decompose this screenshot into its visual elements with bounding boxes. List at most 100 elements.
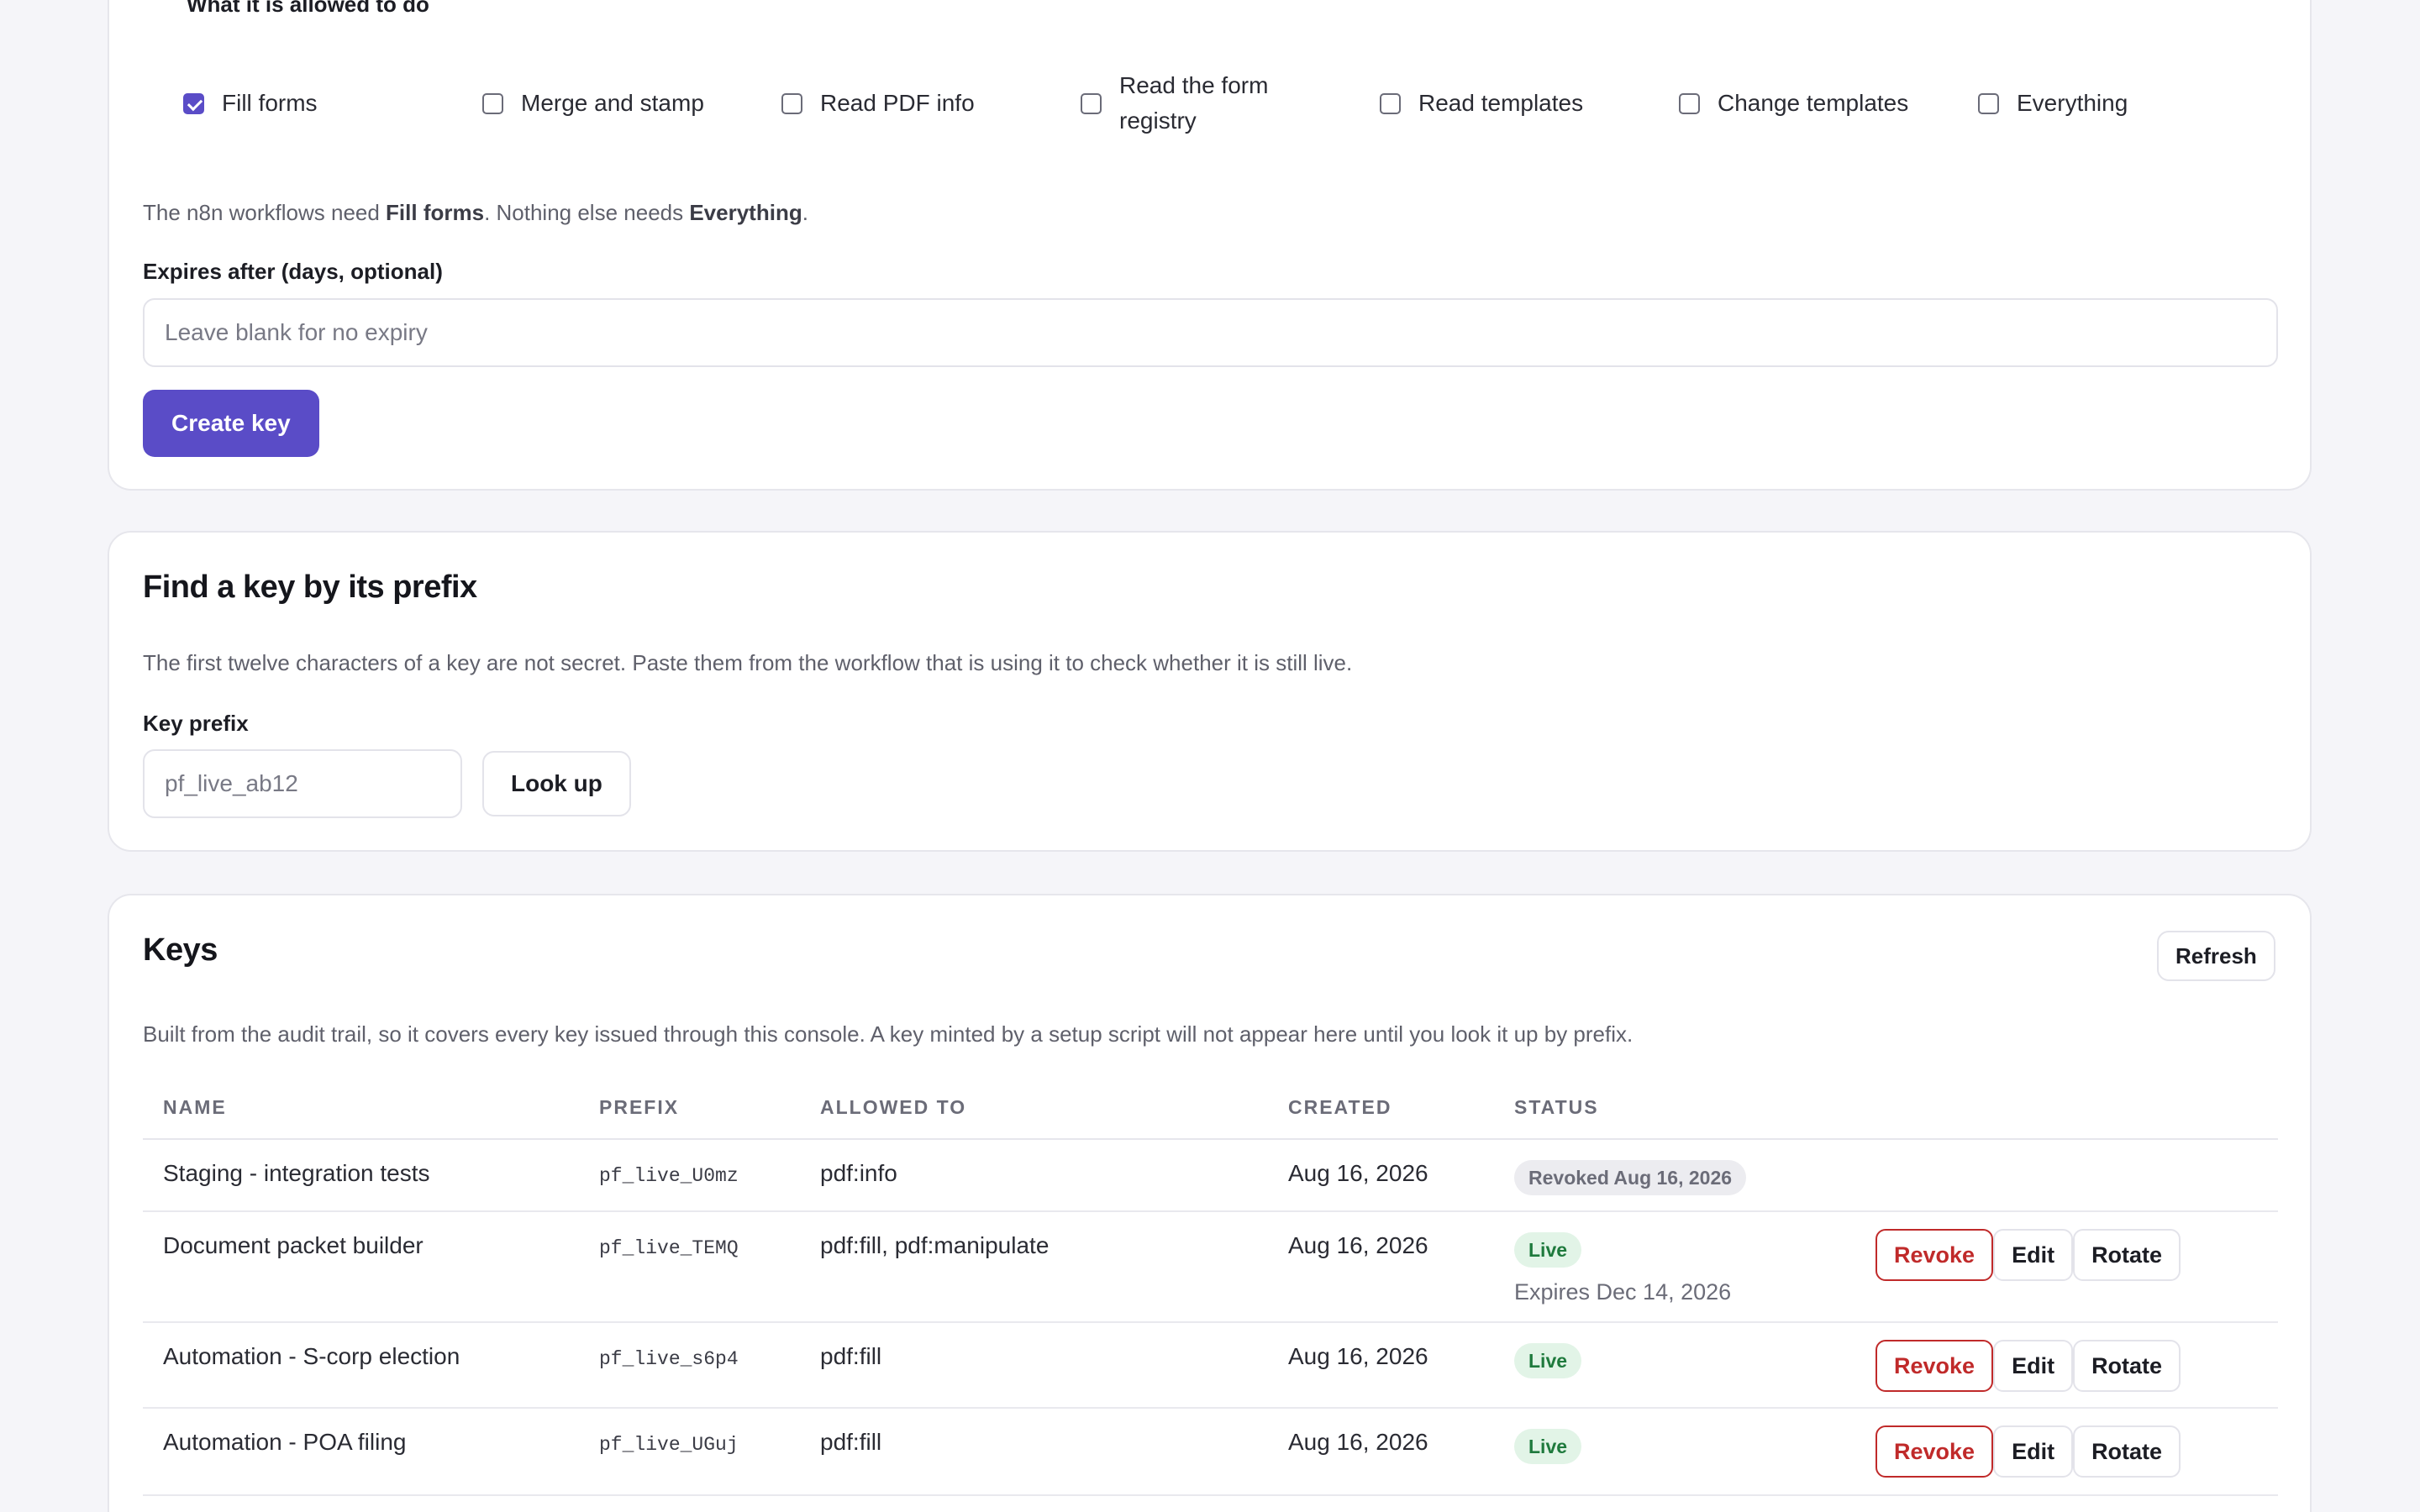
- checkbox[interactable]: [781, 92, 802, 114]
- checkbox[interactable]: [1679, 92, 1700, 114]
- key-status-cell: Live Expires Dec 14, 2026: [1494, 1211, 1855, 1323]
- rotate-button[interactable]: Rotate: [2073, 1229, 2181, 1281]
- rotate-button[interactable]: Rotate: [2073, 1340, 2181, 1392]
- checkbox[interactable]: [1081, 92, 1102, 114]
- checkbox[interactable]: [1380, 92, 1401, 114]
- find-key-title: Find a key by its prefix: [143, 570, 477, 605]
- column-header-name: NAME: [143, 1077, 579, 1140]
- api-keys-page: What it is allowed to do Fill forms Merg…: [0, 0, 2420, 1512]
- hint-text: The n8n workflows need: [143, 200, 387, 225]
- scope-label: Fill forms: [222, 90, 318, 116]
- key-allowed: pdf:fill: [800, 1408, 1268, 1496]
- key-name: Staging - integration tests: [143, 1139, 579, 1212]
- status-badge: Live: [1514, 1232, 1582, 1268]
- scope-read-templates[interactable]: Read templates: [1380, 53, 1657, 154]
- scope-checkbox-group: Fill forms Merge and stamp Read PDF info…: [183, 53, 2233, 154]
- hint-text: .: [802, 200, 808, 225]
- revoke-button[interactable]: Revoke: [1876, 1425, 1994, 1478]
- expires-days-input[interactable]: [143, 298, 2278, 367]
- key-name-partial: [143, 1495, 579, 1512]
- scope-read-pdf-info[interactable]: Read PDF info: [781, 53, 1059, 154]
- table-row: Automation - S-corp election pf_live_s6p…: [143, 1322, 2278, 1409]
- scope-merge-and-stamp[interactable]: Merge and stamp: [482, 53, 760, 154]
- checkbox[interactable]: [1978, 92, 1999, 114]
- scope-read-form-registry[interactable]: Read the form registry: [1081, 53, 1307, 154]
- key-expiry: Expires Dec 14, 2026: [1514, 1279, 1732, 1305]
- key-actions-cell: [1855, 1139, 2278, 1212]
- key-status-cell: Revoked Aug 16, 2026: [1494, 1139, 1855, 1212]
- key-prefix-cell: pf_live_U0mz: [579, 1139, 800, 1212]
- column-header-actions: [1855, 1077, 2278, 1140]
- table-row: Staging - integration tests pf_live_U0mz…: [143, 1139, 2278, 1212]
- key-allowed: pdf:fill, pdf:manipulate: [800, 1211, 1268, 1323]
- hint-text: . Nothing else needs: [484, 200, 690, 225]
- revoke-button[interactable]: Revoke: [1876, 1229, 1994, 1281]
- scopes-label: What it is allowed to do: [187, 0, 429, 17]
- key-allowed: [800, 1495, 1268, 1512]
- key-prefix: pf_live_s6p4: [599, 1348, 739, 1370]
- key-prefix-cell: pf_live_s6p4: [579, 1322, 800, 1409]
- status-badge: Revoked Aug 16, 2026: [1514, 1160, 1747, 1195]
- column-header-allowed: ALLOWED TO: [800, 1077, 1268, 1140]
- key-prefix: pf_live_U0mz: [599, 1165, 739, 1187]
- key-name: Document packet builder: [143, 1211, 579, 1323]
- key-actions-cell: Revoke Edit Rotate: [1855, 1408, 2278, 1496]
- key-created: Aug 16, 2026: [1268, 1139, 1494, 1212]
- table-row: Automation - POA filing pf_live_UGuj pdf…: [143, 1408, 2278, 1496]
- column-header-prefix: PREFIX: [579, 1077, 800, 1140]
- keys-description: Built from the audit trail, so it covers…: [143, 1021, 1634, 1047]
- table-header-row: NAME PREFIX ALLOWED TO CREATED STATUS: [143, 1077, 2278, 1140]
- key-actions-cell: Revoke Edit Rotate: [1855, 1211, 2278, 1323]
- key-prefix-cell: pf_live_TEMQ: [579, 1211, 800, 1323]
- key-name: Automation - S-corp election: [143, 1322, 579, 1409]
- create-key-card: What it is allowed to do Fill forms Merg…: [108, 0, 2312, 491]
- keys-card: Keys Refresh Built from the audit trail,…: [108, 894, 2312, 1512]
- refresh-button[interactable]: Refresh: [2157, 931, 2275, 981]
- scope-change-templates[interactable]: Change templates: [1679, 53, 1956, 154]
- key-created: [1268, 1495, 1494, 1512]
- status-badge: Live: [1514, 1429, 1582, 1464]
- row-actions: Revoke Edit Rotate: [1876, 1425, 2278, 1478]
- revoke-button[interactable]: Revoke: [1876, 1340, 1994, 1392]
- key-prefix-input[interactable]: [143, 749, 462, 818]
- scope-label: Change templates: [1718, 90, 1909, 116]
- key-prefix-label: Key prefix: [143, 711, 249, 736]
- status-badge: Live: [1514, 1343, 1582, 1378]
- key-prefix: pf_live_UGuj: [599, 1434, 739, 1456]
- key-status-cell: Live: [1494, 1495, 1855, 1512]
- key-name: Automation - POA filing: [143, 1408, 579, 1496]
- edit-button[interactable]: Edit: [1993, 1229, 2074, 1281]
- rotate-button[interactable]: Rotate: [2073, 1425, 2181, 1478]
- scope-fill-forms[interactable]: Fill forms: [183, 53, 460, 154]
- key-created: Aug 16, 2026: [1268, 1408, 1494, 1496]
- scope-hint: The n8n workflows need Fill forms. Nothi…: [143, 200, 808, 226]
- key-created: Aug 16, 2026: [1268, 1322, 1494, 1409]
- key-prefix-cell: pf_live_UGuj: [579, 1408, 800, 1496]
- expires-label: Expires after (days, optional): [143, 259, 443, 284]
- scope-label: Read PDF info: [820, 90, 975, 116]
- create-key-button[interactable]: Create key: [143, 390, 319, 457]
- key-prefix-cell: [579, 1495, 800, 1512]
- checkbox[interactable]: [482, 92, 503, 114]
- find-key-description: The first twelve characters of a key are…: [143, 650, 1353, 675]
- look-up-button[interactable]: Look up: [482, 751, 631, 816]
- hint-emphasis: Everything: [689, 200, 802, 225]
- key-prefix: pf_live_TEMQ: [599, 1237, 739, 1259]
- table-row: Live Revoke Edit Rotate: [143, 1495, 2278, 1512]
- table-row: Document packet builder pf_live_TEMQ pdf…: [143, 1211, 2278, 1323]
- keys-table: NAME PREFIX ALLOWED TO CREATED STATUS St…: [143, 1077, 2278, 1512]
- scope-label: Merge and stamp: [521, 90, 704, 116]
- keys-title: Keys: [143, 932, 218, 968]
- edit-button[interactable]: Edit: [1993, 1425, 2074, 1478]
- key-allowed: pdf:fill: [800, 1322, 1268, 1409]
- key-status-cell: Live: [1494, 1322, 1855, 1409]
- key-actions-cell: Revoke Edit Rotate: [1855, 1495, 2278, 1512]
- scope-everything[interactable]: Everything: [1978, 53, 2255, 154]
- find-key-card: Find a key by its prefix The first twelv…: [108, 531, 2312, 852]
- key-allowed: pdf:info: [800, 1139, 1268, 1212]
- row-actions: Revoke Edit Rotate: [1876, 1229, 2278, 1281]
- checkbox-checked[interactable]: [183, 92, 204, 114]
- edit-button[interactable]: Edit: [1993, 1340, 2074, 1392]
- scope-label: Read templates: [1418, 90, 1584, 116]
- column-header-created: CREATED: [1268, 1077, 1494, 1140]
